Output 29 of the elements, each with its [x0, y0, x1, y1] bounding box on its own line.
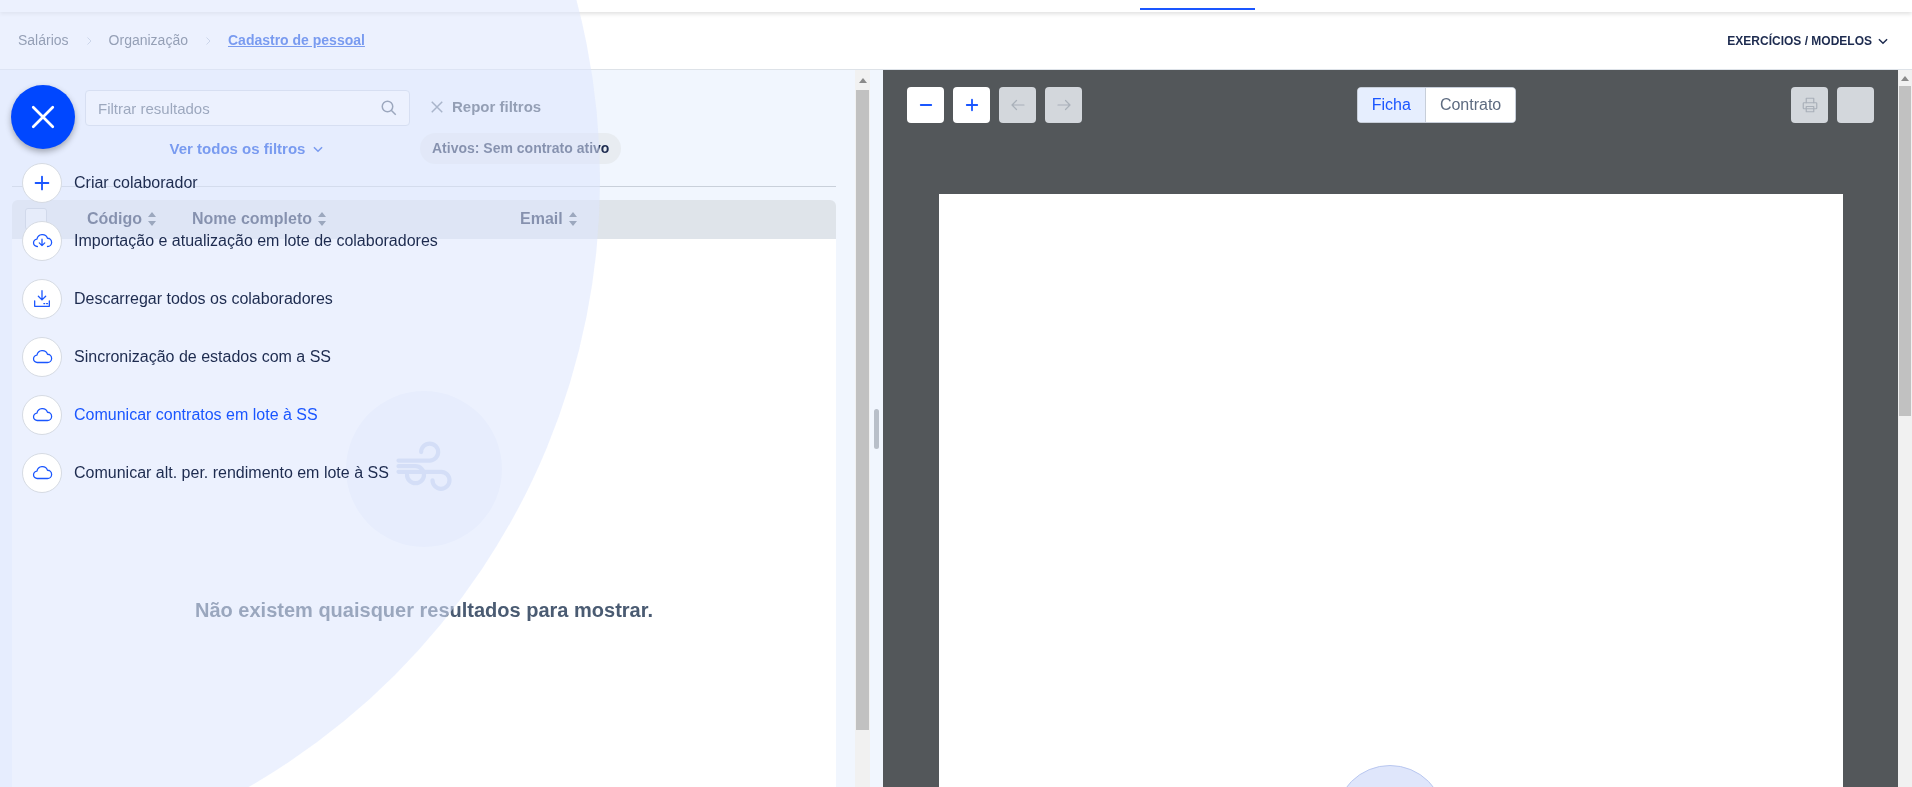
scroll-up-icon[interactable]: [1901, 75, 1909, 81]
printer-icon: [1800, 96, 1819, 114]
sort-icon[interactable]: [318, 212, 326, 226]
menu-item[interactable]: Criar colaborador: [22, 163, 438, 203]
close-icon: [30, 104, 56, 130]
sort-icon[interactable]: [568, 212, 577, 226]
scrollbar[interactable]: [1898, 70, 1912, 787]
close-icon: [430, 100, 444, 115]
toolbar-button[interactable]: [953, 87, 990, 123]
exercises-menu[interactable]: EXERCÍCIOS / MODELOS: [1727, 31, 1890, 50]
sort-icon[interactable]: [148, 212, 157, 226]
column-header[interactable]: Código: [87, 207, 143, 231]
column-header[interactable]: Email: [520, 207, 563, 231]
view-tab[interactable]: Contrato: [1424, 88, 1516, 122]
menu-item[interactable]: Comunicar contratos em lote à SS: [22, 395, 438, 435]
search-field[interactable]: Filtrar resultados: [85, 90, 410, 126]
resize-handle[interactable]: [874, 408, 879, 449]
view-tab[interactable]: Ficha: [1357, 88, 1425, 122]
toolbar-button[interactable]: [907, 87, 944, 123]
scroll-up-icon[interactable]: [858, 77, 867, 83]
menu-item[interactable]: Comunicar alt. per. rendimento em lote à SS: [22, 453, 438, 493]
tray-download-icon: [31, 288, 53, 310]
scrollbar[interactable]: [855, 70, 870, 787]
menu-item[interactable]: Sincronização de estados com a SS: [22, 337, 438, 377]
column-header[interactable]: Nome completo: [192, 207, 312, 231]
menu-item[interactable]: Descarregar todos os colaboradores: [22, 279, 438, 319]
empty-message: Não existem quaisquer resultados para mostrar.: [195, 597, 653, 623]
filter-chip[interactable]: Ativos: Sem contrato ativo: [420, 132, 622, 164]
search-icon: [380, 99, 398, 117]
